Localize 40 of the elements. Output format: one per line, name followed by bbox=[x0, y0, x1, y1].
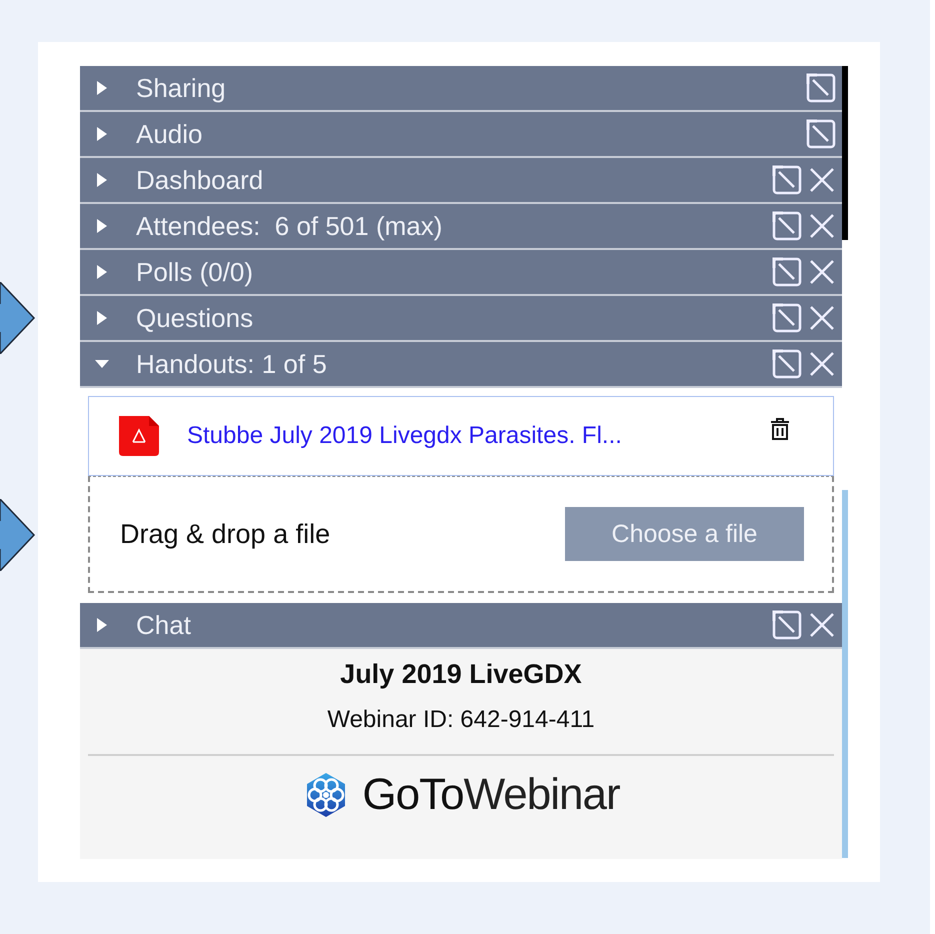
close-icon[interactable] bbox=[808, 350, 836, 378]
section-header[interactable]: Attendees: 6 of 501 (max) bbox=[80, 204, 842, 250]
popout-icon[interactable] bbox=[772, 303, 802, 333]
section-header[interactable]: Audio bbox=[80, 112, 842, 158]
popout-icon[interactable] bbox=[772, 211, 802, 241]
drop-zone[interactable]: Drag & drop a file Choose a file bbox=[88, 476, 834, 593]
choose-file-button[interactable]: Choose a file bbox=[565, 507, 804, 561]
section-title: Sharing bbox=[136, 72, 227, 104]
section-title: Handouts: 1 of 5 bbox=[136, 348, 328, 380]
arrow-icon bbox=[0, 499, 36, 571]
section-header[interactable]: Dashboard bbox=[80, 158, 842, 204]
product-name: GoToWebinar bbox=[362, 770, 620, 820]
close-icon[interactable] bbox=[808, 212, 836, 240]
close-icon[interactable] bbox=[808, 611, 836, 639]
section-title: Dashboard bbox=[136, 164, 264, 196]
section-title: Audio bbox=[136, 118, 204, 150]
popout-icon[interactable] bbox=[772, 165, 802, 195]
webinar-title: July 2019 LiveGDX bbox=[340, 659, 582, 690]
popout-icon[interactable] bbox=[806, 119, 836, 149]
section-title: Polls (0/0) bbox=[136, 256, 254, 288]
section-header[interactable]: Sharing bbox=[80, 66, 842, 112]
close-icon[interactable] bbox=[808, 258, 836, 286]
section-header[interactable]: Questions bbox=[80, 296, 842, 342]
section-header[interactable]: Polls (0/0) bbox=[80, 250, 842, 296]
section-title: Attendees: 6 of 501 (max) bbox=[136, 210, 444, 242]
popout-icon[interactable] bbox=[772, 257, 802, 287]
popout-icon[interactable] bbox=[772, 349, 802, 379]
close-icon[interactable] bbox=[808, 166, 836, 194]
section-title: Chat bbox=[136, 610, 192, 640]
arrow-icon bbox=[0, 282, 36, 354]
section-header[interactable]: Handouts: 1 of 5 bbox=[80, 342, 842, 388]
scrollbar[interactable] bbox=[842, 66, 848, 240]
file-link[interactable]: Stubbe July 2019 Livegdx Parasites. Fl... bbox=[187, 422, 767, 450]
webinar-id: Webinar ID: 642-914-411 bbox=[327, 706, 595, 734]
section-header[interactable]: Chat bbox=[80, 603, 842, 649]
section-title: Questions bbox=[136, 302, 254, 334]
close-icon[interactable] bbox=[808, 304, 836, 332]
drop-label: Drag & drop a file bbox=[120, 518, 330, 550]
popout-icon[interactable] bbox=[806, 73, 836, 103]
popout-icon[interactable] bbox=[772, 610, 802, 640]
